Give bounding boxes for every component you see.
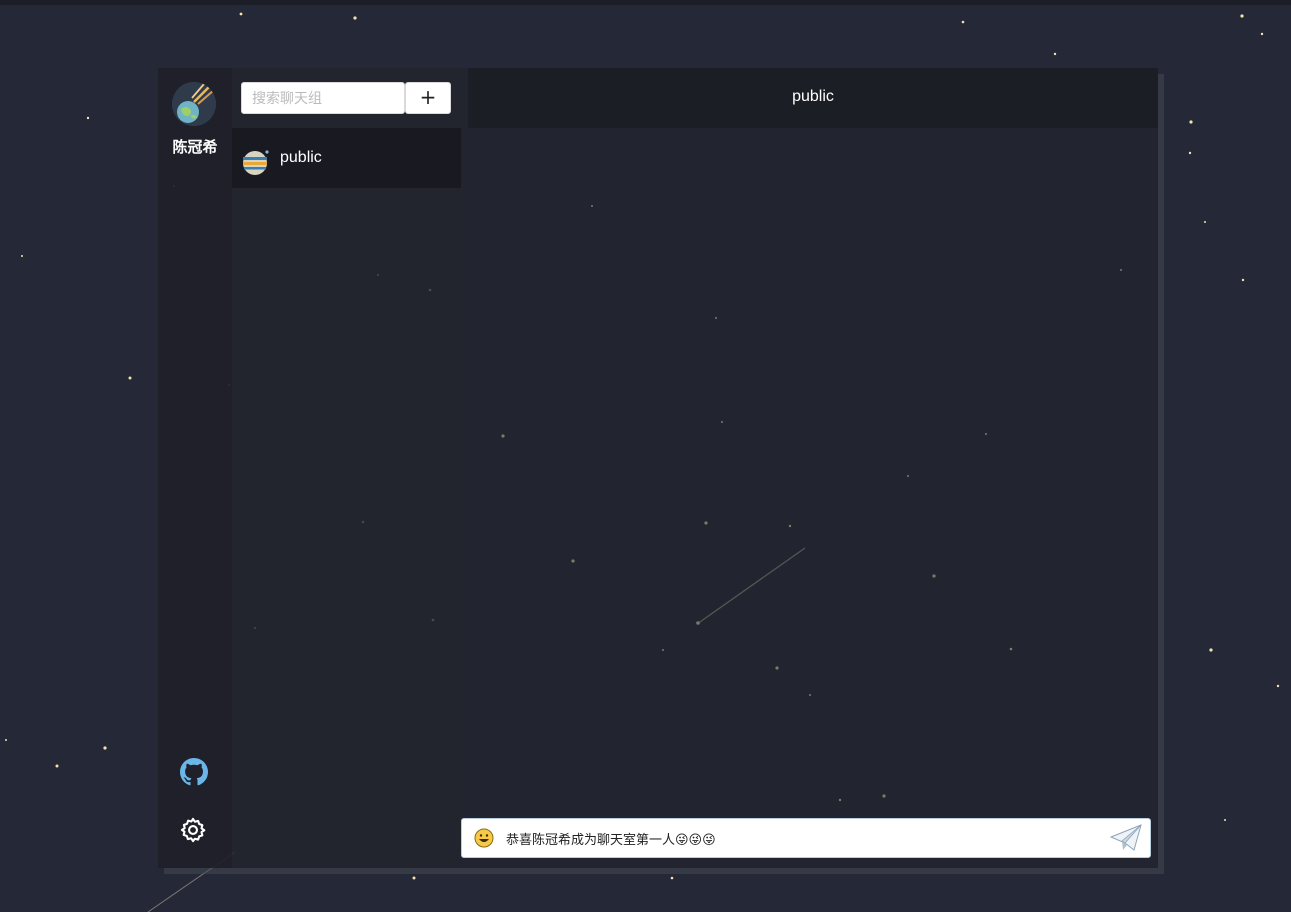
message-input[interactable] xyxy=(506,825,1096,851)
planet-icon xyxy=(242,148,270,176)
gear-icon[interactable] xyxy=(179,816,207,844)
message-list xyxy=(468,128,1158,808)
group-name: public xyxy=(280,149,322,166)
message-composer xyxy=(461,818,1151,858)
user-sidebar: 陈冠希 xyxy=(158,68,232,868)
search-input[interactable] xyxy=(241,82,405,114)
chat-header: public xyxy=(468,68,1158,128)
github-icon[interactable] xyxy=(180,758,208,786)
group-list-panel: + public xyxy=(232,68,462,868)
group-item-public[interactable]: public xyxy=(232,128,461,188)
meteor-planet-avatar-icon xyxy=(172,82,216,126)
user-avatar[interactable] xyxy=(172,82,216,126)
add-group-button[interactable]: + xyxy=(405,82,451,114)
smiley-face-icon[interactable] xyxy=(474,828,494,848)
username-label: 陈冠希 xyxy=(172,139,218,156)
chat-title: public xyxy=(792,88,834,105)
chat-app-window: 陈冠希 + xyxy=(158,68,1158,868)
paper-plane-icon[interactable] xyxy=(1109,824,1142,852)
